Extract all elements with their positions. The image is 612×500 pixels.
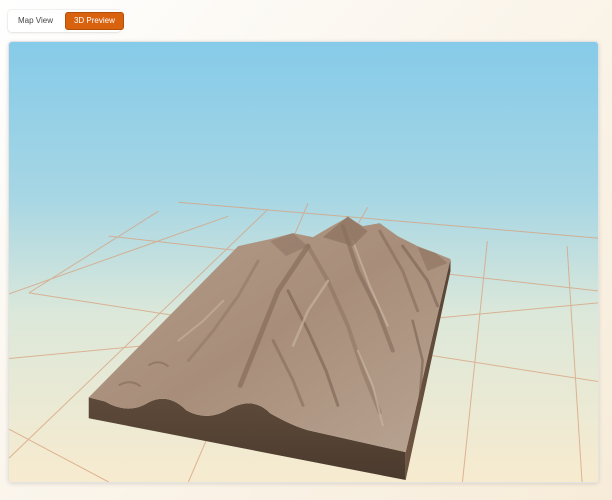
tab-3d-preview[interactable]: 3D Preview (64, 12, 124, 30)
tab-map-view[interactable]: Map View (10, 12, 61, 30)
3d-preview-viewport[interactable] (8, 41, 599, 483)
view-mode-tabs: Map View 3D Preview (8, 10, 124, 32)
terrain-scene[interactable] (9, 42, 598, 482)
